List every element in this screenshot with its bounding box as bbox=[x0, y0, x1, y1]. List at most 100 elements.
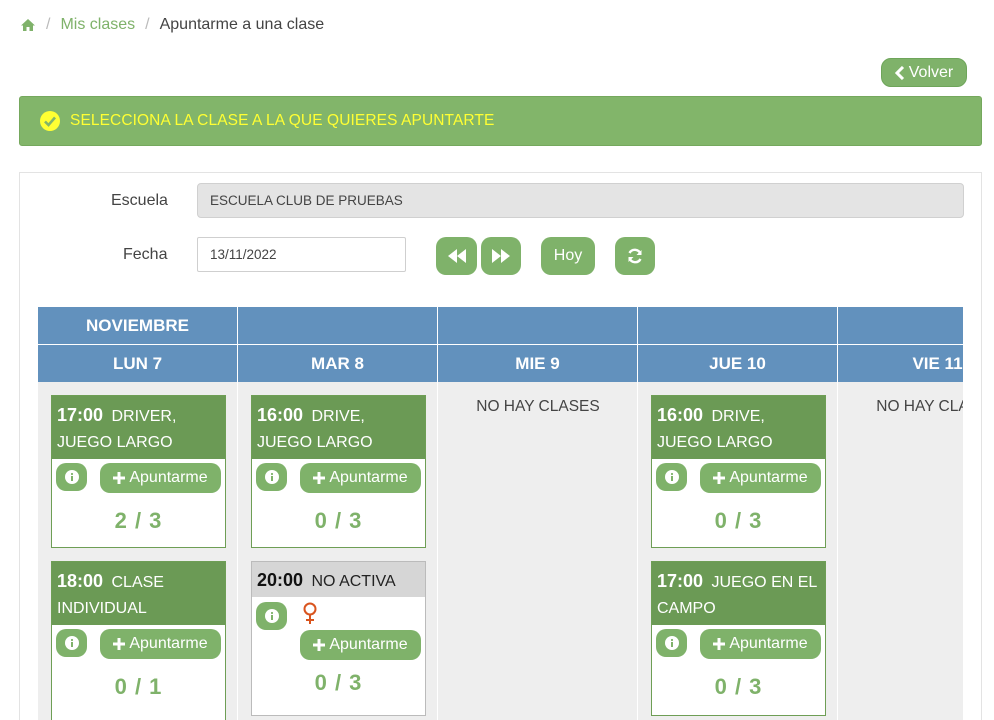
alert-text: SELECCIONA LA CLASE A LA QUE QUIERES APU… bbox=[70, 112, 495, 129]
calendar-month-row: NOVIEMBRE bbox=[38, 307, 963, 344]
info-button[interactable] bbox=[56, 629, 87, 657]
class-name: NO ACTIVA bbox=[311, 573, 396, 590]
calendar-body: 17:00 DRIVER, JUEGO LARGO Apuntarme 2 / … bbox=[38, 382, 963, 720]
class-card-header: 18:00 CLASE INDIVIDUAL bbox=[52, 562, 225, 625]
class-card-header: 17:00 JUEGO EN EL CAMPO bbox=[652, 562, 825, 625]
class-actions: Apuntarme bbox=[252, 597, 425, 667]
class-actions: Apuntarme bbox=[52, 459, 225, 499]
join-label: Apuntarme bbox=[729, 635, 808, 652]
day-header: MIE 9 bbox=[438, 345, 638, 382]
class-actions: Apuntarme bbox=[652, 459, 825, 499]
plus-icon bbox=[113, 638, 126, 650]
volver-label: Volver bbox=[908, 63, 954, 81]
class-time: 16:00 bbox=[657, 405, 704, 425]
class-card-header: 20:00 NO ACTIVA bbox=[252, 562, 425, 597]
school-field: ESCUELA CLUB DE PRUEBAS bbox=[197, 183, 964, 218]
breadcrumb-separator: / bbox=[46, 16, 51, 33]
class-card-header: 16:00 DRIVE, JUEGO LARGO bbox=[652, 396, 825, 459]
join-label: Apuntarme bbox=[129, 635, 208, 652]
breadcrumb-current: Apuntarme a una clase bbox=[159, 16, 325, 33]
join-button[interactable]: Apuntarme bbox=[700, 463, 821, 493]
day-column-lun: 17:00 DRIVER, JUEGO LARGO Apuntarme 2 / … bbox=[38, 382, 238, 720]
refresh-button[interactable] bbox=[615, 237, 655, 275]
class-card: 18:00 CLASE INDIVIDUAL Apuntarme 0 / 1 bbox=[51, 561, 226, 720]
month-header-empty bbox=[838, 307, 963, 344]
occupancy-count: 0 / 3 bbox=[714, 674, 763, 699]
join-label: Apuntarme bbox=[729, 469, 808, 486]
plus-icon bbox=[713, 638, 726, 650]
occupancy-count: 0 / 3 bbox=[314, 508, 363, 533]
join-label: Apuntarme bbox=[129, 469, 208, 486]
breadcrumb: / Mis clases / Apuntarme a una clase bbox=[20, 14, 324, 36]
join-button[interactable]: Apuntarme bbox=[100, 629, 221, 659]
class-card: 16:00 DRIVE, JUEGO LARGO Apuntarme 0 / 3 bbox=[251, 395, 426, 548]
occupancy-count: 0 / 3 bbox=[314, 670, 363, 695]
plus-icon bbox=[313, 639, 326, 651]
no-classes-text: NO HAY CLASES bbox=[476, 398, 600, 415]
day-header: MAR 8 bbox=[238, 345, 438, 382]
breadcrumb-separator: / bbox=[145, 16, 150, 33]
date-input[interactable] bbox=[197, 237, 406, 272]
backward-icon bbox=[447, 249, 466, 263]
month-header: NOVIEMBRE bbox=[38, 307, 238, 344]
info-button[interactable] bbox=[256, 602, 287, 630]
class-actions: Apuntarme bbox=[652, 625, 825, 665]
join-button[interactable]: Apuntarme bbox=[300, 630, 421, 660]
day-header: VIE 11 bbox=[838, 345, 963, 382]
breadcrumb-link-mis-clases[interactable]: Mis clases bbox=[60, 16, 135, 34]
class-time: 20:00 bbox=[257, 570, 304, 590]
join-button[interactable]: Apuntarme bbox=[100, 463, 221, 493]
class-time: 18:00 bbox=[57, 571, 104, 591]
home-icon[interactable] bbox=[20, 17, 36, 33]
join-button[interactable]: Apuntarme bbox=[300, 463, 421, 493]
info-icon bbox=[64, 470, 79, 484]
info-alert: SELECCIONA LA CLASE A LA QUE QUIERES APU… bbox=[19, 96, 982, 146]
join-label: Apuntarme bbox=[329, 636, 408, 653]
class-time: 17:00 bbox=[57, 405, 104, 425]
class-card-header: 17:00 DRIVER, JUEGO LARGO bbox=[52, 396, 225, 459]
class-actions: Apuntarme bbox=[252, 459, 425, 499]
class-time: 16:00 bbox=[257, 405, 304, 425]
occupancy-count: 2 / 3 bbox=[114, 508, 163, 533]
class-card: 16:00 DRIVE, JUEGO LARGO Apuntarme 0 / 3 bbox=[651, 395, 826, 548]
day-column-vie: NO HAY CLASES bbox=[838, 382, 963, 720]
month-header-empty bbox=[438, 307, 638, 344]
volver-button[interactable]: Volver bbox=[881, 58, 967, 87]
previous-week-button[interactable] bbox=[436, 237, 477, 275]
info-button[interactable] bbox=[56, 463, 87, 491]
class-card: 17:00 JUEGO EN EL CAMPO Apuntarme 0 / 3 bbox=[651, 561, 826, 716]
info-icon bbox=[264, 470, 279, 484]
class-card: 17:00 DRIVER, JUEGO LARGO Apuntarme 2 / … bbox=[51, 395, 226, 548]
plus-icon bbox=[313, 472, 326, 484]
day-column-jue: 16:00 DRIVE, JUEGO LARGO Apuntarme 0 / 3 bbox=[638, 382, 838, 720]
info-button[interactable] bbox=[656, 463, 687, 491]
calendar-day-row: LUN 7 MAR 8 MIE 9 JUE 10 VIE 11 bbox=[38, 345, 963, 382]
day-column-mar: 16:00 DRIVE, JUEGO LARGO Apuntarme 0 / 3 bbox=[238, 382, 438, 720]
school-label: Escuela bbox=[111, 192, 168, 209]
info-button[interactable] bbox=[656, 629, 687, 657]
day-header: JUE 10 bbox=[638, 345, 838, 382]
info-button[interactable] bbox=[256, 463, 287, 491]
chevron-left-icon bbox=[894, 65, 904, 80]
plus-icon bbox=[113, 472, 126, 484]
class-actions: Apuntarme bbox=[52, 625, 225, 665]
info-icon bbox=[664, 470, 679, 484]
refresh-icon bbox=[628, 248, 642, 264]
week-calendar: NOVIEMBRE LUN 7 MAR 8 MIE 9 JUE 10 VIE 1… bbox=[38, 307, 963, 720]
info-icon bbox=[264, 609, 279, 623]
info-icon bbox=[664, 636, 679, 650]
class-card-inactive: 20:00 NO ACTIVA Apuntarme 0 / 3 bbox=[251, 561, 426, 716]
day-header: LUN 7 bbox=[38, 345, 238, 382]
next-week-button[interactable] bbox=[481, 237, 521, 275]
join-label: Apuntarme bbox=[329, 469, 408, 486]
day-column-mie: NO HAY CLASES bbox=[438, 382, 638, 720]
date-label: Fecha bbox=[123, 246, 168, 263]
today-button[interactable]: Hoy bbox=[541, 237, 595, 275]
class-time: 17:00 bbox=[657, 571, 704, 591]
plus-icon bbox=[713, 472, 726, 484]
no-classes-text: NO HAY CLASES bbox=[876, 398, 963, 415]
info-icon bbox=[64, 636, 79, 650]
occupancy-count: 0 / 1 bbox=[114, 674, 163, 699]
join-button[interactable]: Apuntarme bbox=[700, 629, 821, 659]
female-icon bbox=[303, 602, 317, 624]
